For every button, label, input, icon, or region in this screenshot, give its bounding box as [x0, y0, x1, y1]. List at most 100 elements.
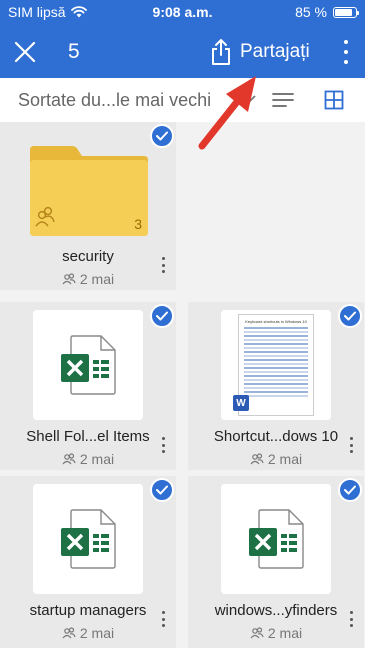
file-thumbnail: Keyboard shortcuts in Windows 10 W [221, 310, 331, 420]
excel-file-icon [61, 335, 116, 395]
file-tile[interactable]: Keyboard shortcuts in Windows 10 W Short… [188, 302, 364, 470]
battery-icon [333, 6, 359, 18]
file-date: 2 mai [267, 451, 303, 467]
file-thumbnail [33, 310, 143, 420]
dot [162, 263, 165, 267]
dot [350, 437, 353, 440]
grid-view-icon[interactable] [324, 90, 344, 110]
check-icon [156, 131, 168, 141]
selected-checkmark[interactable] [338, 304, 362, 328]
file-meta: 2 mai [0, 625, 176, 641]
shared-people-icon [250, 453, 264, 465]
document-preview-title: Keyboard shortcuts in Windows 10 [245, 319, 307, 324]
dot [162, 624, 165, 627]
dot [350, 611, 353, 614]
word-file-icon: W [233, 395, 249, 411]
doc-line [244, 391, 308, 393]
close-icon [14, 41, 36, 63]
doc-line [244, 355, 308, 357]
file-name: Shortcut...dows 10 [213, 428, 339, 445]
shared-people-icon [62, 273, 76, 285]
folder-thumbnail: 3 [26, 142, 152, 240]
shared-people-icon [62, 453, 76, 465]
doc-line [244, 343, 308, 345]
doc-line [244, 327, 308, 329]
doc-line [244, 331, 308, 333]
document-preview: Keyboard shortcuts in Windows 10 W [233, 314, 314, 416]
dot [350, 450, 353, 453]
doc-line [244, 363, 308, 365]
doc-line [244, 335, 308, 337]
chevron-down-icon[interactable] [242, 94, 256, 104]
dot [162, 450, 165, 453]
doc-line [244, 375, 308, 377]
doc-line [244, 387, 308, 389]
file-more-button[interactable] [162, 437, 166, 453]
battery-area: 85 % [295, 4, 359, 20]
close-selection-button[interactable] [10, 37, 40, 67]
file-tile[interactable]: startup managers 2 mai [0, 476, 176, 648]
file-tile[interactable]: Shell Fol...el Items 2 mai [0, 302, 176, 470]
file-tile[interactable]: windows...yfinders 2 mai [188, 476, 364, 648]
selection-app-bar: 5 Partajați [0, 26, 365, 78]
file-name: startup managers [29, 602, 147, 619]
doc-line [244, 339, 308, 341]
sort-bar: Sortate du...le mai vechi [0, 78, 365, 122]
dot [162, 617, 165, 621]
doc-line [244, 359, 308, 361]
list-view-icon[interactable] [272, 92, 294, 108]
dot [350, 617, 353, 621]
check-icon [156, 485, 168, 495]
share-label: Partajați [240, 41, 310, 62]
excel-file-icon [61, 509, 116, 569]
excel-file-icon [249, 509, 304, 569]
file-grid: 3 security 2 mai Shell Fol...el Items 2 … [0, 122, 365, 648]
check-icon [156, 311, 168, 321]
doc-line [244, 351, 308, 353]
file-thumbnail [33, 484, 143, 594]
file-more-button[interactable] [350, 611, 354, 627]
dot [162, 443, 165, 447]
selected-checkmark[interactable] [150, 304, 174, 328]
battery-fill [335, 8, 352, 16]
file-date: 2 mai [79, 451, 115, 467]
file-more-button[interactable] [350, 437, 354, 453]
doc-line [244, 383, 308, 385]
file-name: windows...yfinders [214, 602, 338, 619]
dot [162, 437, 165, 440]
doc-line [244, 371, 308, 373]
file-name: security [62, 248, 114, 265]
file-name: Shell Fol...el Items [26, 428, 150, 445]
dot [162, 257, 165, 260]
doc-line [244, 367, 308, 369]
file-thumbnail [221, 484, 331, 594]
file-date: 2 mai [79, 271, 115, 287]
more-icon-dot [344, 60, 348, 64]
selected-checkmark[interactable] [150, 478, 174, 502]
sort-dropdown[interactable]: Sortate du...le mai vechi [18, 90, 211, 111]
file-more-button[interactable] [162, 611, 166, 627]
file-date: 2 mai [267, 625, 303, 641]
check-icon [344, 485, 356, 495]
shared-people-icon [250, 627, 264, 639]
share-button[interactable]: Partajați [210, 36, 310, 68]
selected-checkmark[interactable] [338, 478, 362, 502]
selected-count: 5 [68, 40, 80, 63]
more-options-button[interactable] [341, 38, 351, 66]
file-meta: 2 mai [188, 625, 364, 641]
doc-line [244, 347, 308, 349]
folder-item-count: 3 [134, 216, 142, 232]
dot [162, 611, 165, 614]
file-more-button[interactable] [162, 257, 166, 273]
dot [350, 443, 353, 447]
status-bar: SIM lipsă 9:08 a.m. 85 % [0, 0, 365, 26]
file-date: 2 mai [79, 625, 115, 641]
doc-line [244, 379, 308, 381]
selected-checkmark[interactable] [150, 124, 174, 148]
file-tile[interactable]: 3 security 2 mai [0, 122, 176, 290]
dot [162, 270, 165, 273]
battery-percent: 85 % [295, 4, 327, 20]
dot [350, 624, 353, 627]
file-meta: 2 mai [188, 451, 364, 467]
shared-people-icon [62, 627, 76, 639]
